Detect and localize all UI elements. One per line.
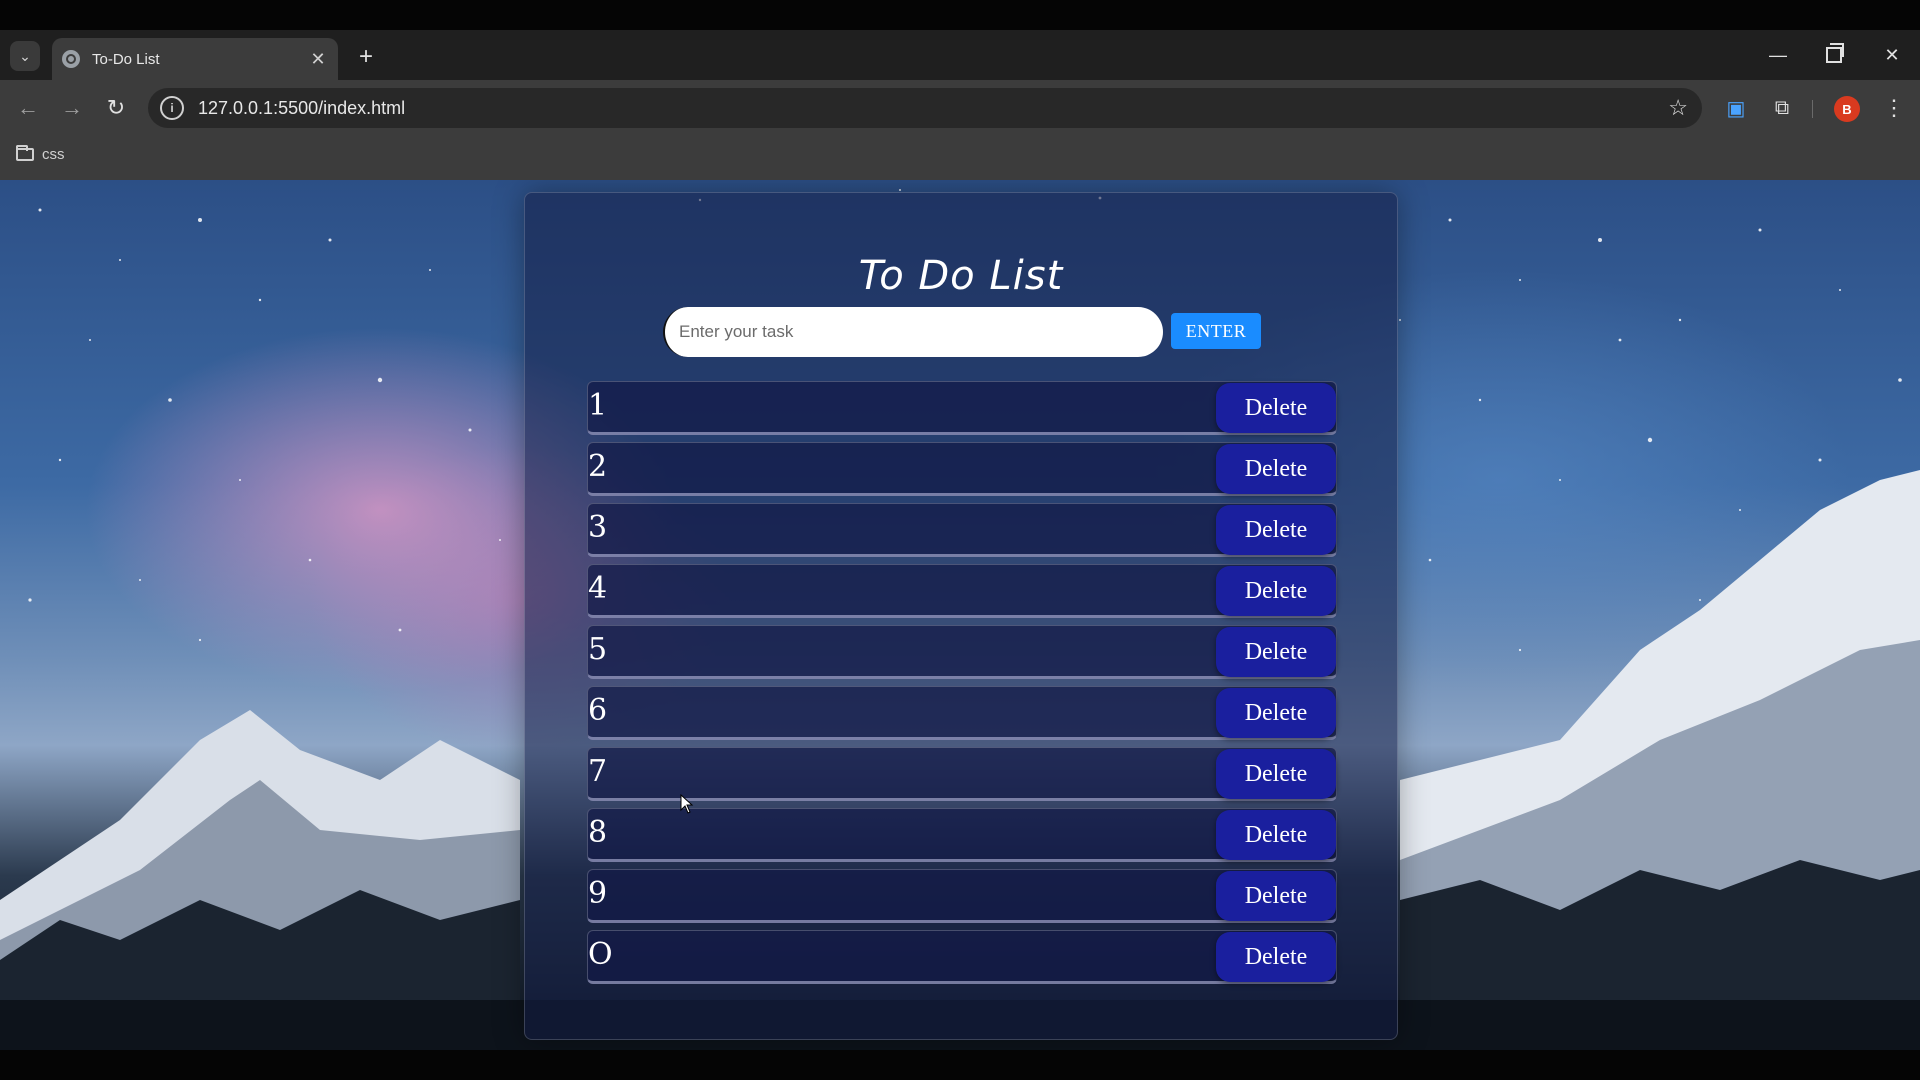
folder-icon — [16, 145, 34, 161]
forward-button[interactable]: → — [56, 92, 88, 124]
bookmark-css-folder[interactable]: css — [16, 145, 65, 163]
restore-icon — [1826, 43, 1844, 63]
minimize-button[interactable]: — — [1756, 38, 1800, 72]
task-input[interactable] — [663, 307, 1163, 357]
task-text: 2 — [588, 449, 608, 484]
back-button[interactable]: ← — [12, 92, 44, 124]
address-bar[interactable]: i 127.0.0.1:5500/index.html ☆ — [148, 88, 1702, 128]
task-row: 1 Delete — [587, 381, 1337, 435]
screen-top-border — [0, 0, 1920, 30]
task-row: 2 Delete — [587, 442, 1337, 496]
tab-search-dropdown-icon[interactable]: ⌄ — [10, 41, 40, 71]
toolbar-divider — [1812, 100, 1813, 118]
mouse-cursor-icon — [680, 794, 694, 814]
task-row: 6 Delete — [587, 686, 1337, 740]
browser-menu-icon[interactable]: ⋮ — [1878, 92, 1910, 124]
site-info-icon[interactable]: i — [160, 96, 184, 120]
restore-button[interactable] — [1812, 38, 1856, 72]
extensions-puzzle-icon[interactable]: ⧉ — [1766, 92, 1798, 124]
page-viewport: To Do List ENTER 1 Delete 2 Delete 3 Del… — [0, 180, 1920, 1050]
delete-button[interactable]: Delete — [1216, 932, 1336, 982]
task-text: 4 — [588, 571, 608, 606]
delete-button[interactable]: Delete — [1216, 749, 1336, 799]
task-text: 8 — [588, 815, 608, 850]
close-window-button[interactable]: ✕ — [1870, 38, 1914, 72]
todo-card: To Do List ENTER 1 Delete 2 Delete 3 Del… — [524, 192, 1398, 1040]
new-tab-button[interactable]: + — [352, 43, 380, 71]
task-text: O — [588, 937, 613, 972]
task-text: 1 — [588, 388, 608, 423]
task-text: 9 — [588, 876, 608, 911]
task-row: O Delete — [587, 930, 1337, 984]
profile-avatar[interactable]: B — [1834, 96, 1860, 122]
delete-button[interactable]: Delete — [1216, 688, 1336, 738]
task-row: 3 Delete — [587, 503, 1337, 557]
task-text: 3 — [588, 510, 608, 545]
delete-button[interactable]: Delete — [1216, 383, 1336, 433]
reload-button[interactable]: ↻ — [100, 92, 132, 124]
task-text: 6 — [588, 693, 608, 728]
delete-button[interactable]: Delete — [1216, 871, 1336, 921]
task-row: 8 Delete — [587, 808, 1337, 862]
browser-toolbar: ← → ↻ i 127.0.0.1:5500/index.html ☆ ▣ ⧉ … — [0, 80, 1920, 136]
screen-bottom-border — [0, 1050, 1920, 1080]
task-text: 7 — [588, 754, 608, 789]
tab-todo-list[interactable]: To-Do List ✕ — [52, 38, 338, 80]
delete-button[interactable]: Delete — [1216, 505, 1336, 555]
task-row: 9 Delete — [587, 869, 1337, 923]
delete-button[interactable]: Delete — [1216, 566, 1336, 616]
task-list: 1 Delete 2 Delete 3 Delete 4 Delete 5 De… — [587, 381, 1337, 991]
bookmark-star-icon[interactable]: ☆ — [1668, 95, 1688, 121]
tab-title: To-Do List — [92, 50, 160, 68]
globe-icon — [62, 50, 80, 68]
task-row: 7 Delete — [587, 747, 1337, 801]
url-text[interactable]: 127.0.0.1:5500/index.html — [198, 98, 1668, 119]
delete-button[interactable]: Delete — [1216, 444, 1336, 494]
task-row: 4 Delete — [587, 564, 1337, 618]
bookmarks-bar: css — [0, 136, 1920, 180]
delete-button[interactable]: Delete — [1216, 810, 1336, 860]
page-title: To Do List — [858, 253, 1064, 299]
enter-button[interactable]: ENTER — [1171, 313, 1261, 349]
delete-button[interactable]: Delete — [1216, 627, 1336, 677]
tab-close-icon[interactable]: ✕ — [306, 47, 330, 71]
bookmark-label: css — [42, 146, 65, 163]
task-text: 5 — [588, 632, 608, 667]
tab-strip: ⌄ To-Do List ✕ + — ✕ — [0, 30, 1920, 80]
screen-capture-extension-icon[interactable]: ▣ — [1720, 92, 1752, 124]
task-row: 5 Delete — [587, 625, 1337, 679]
